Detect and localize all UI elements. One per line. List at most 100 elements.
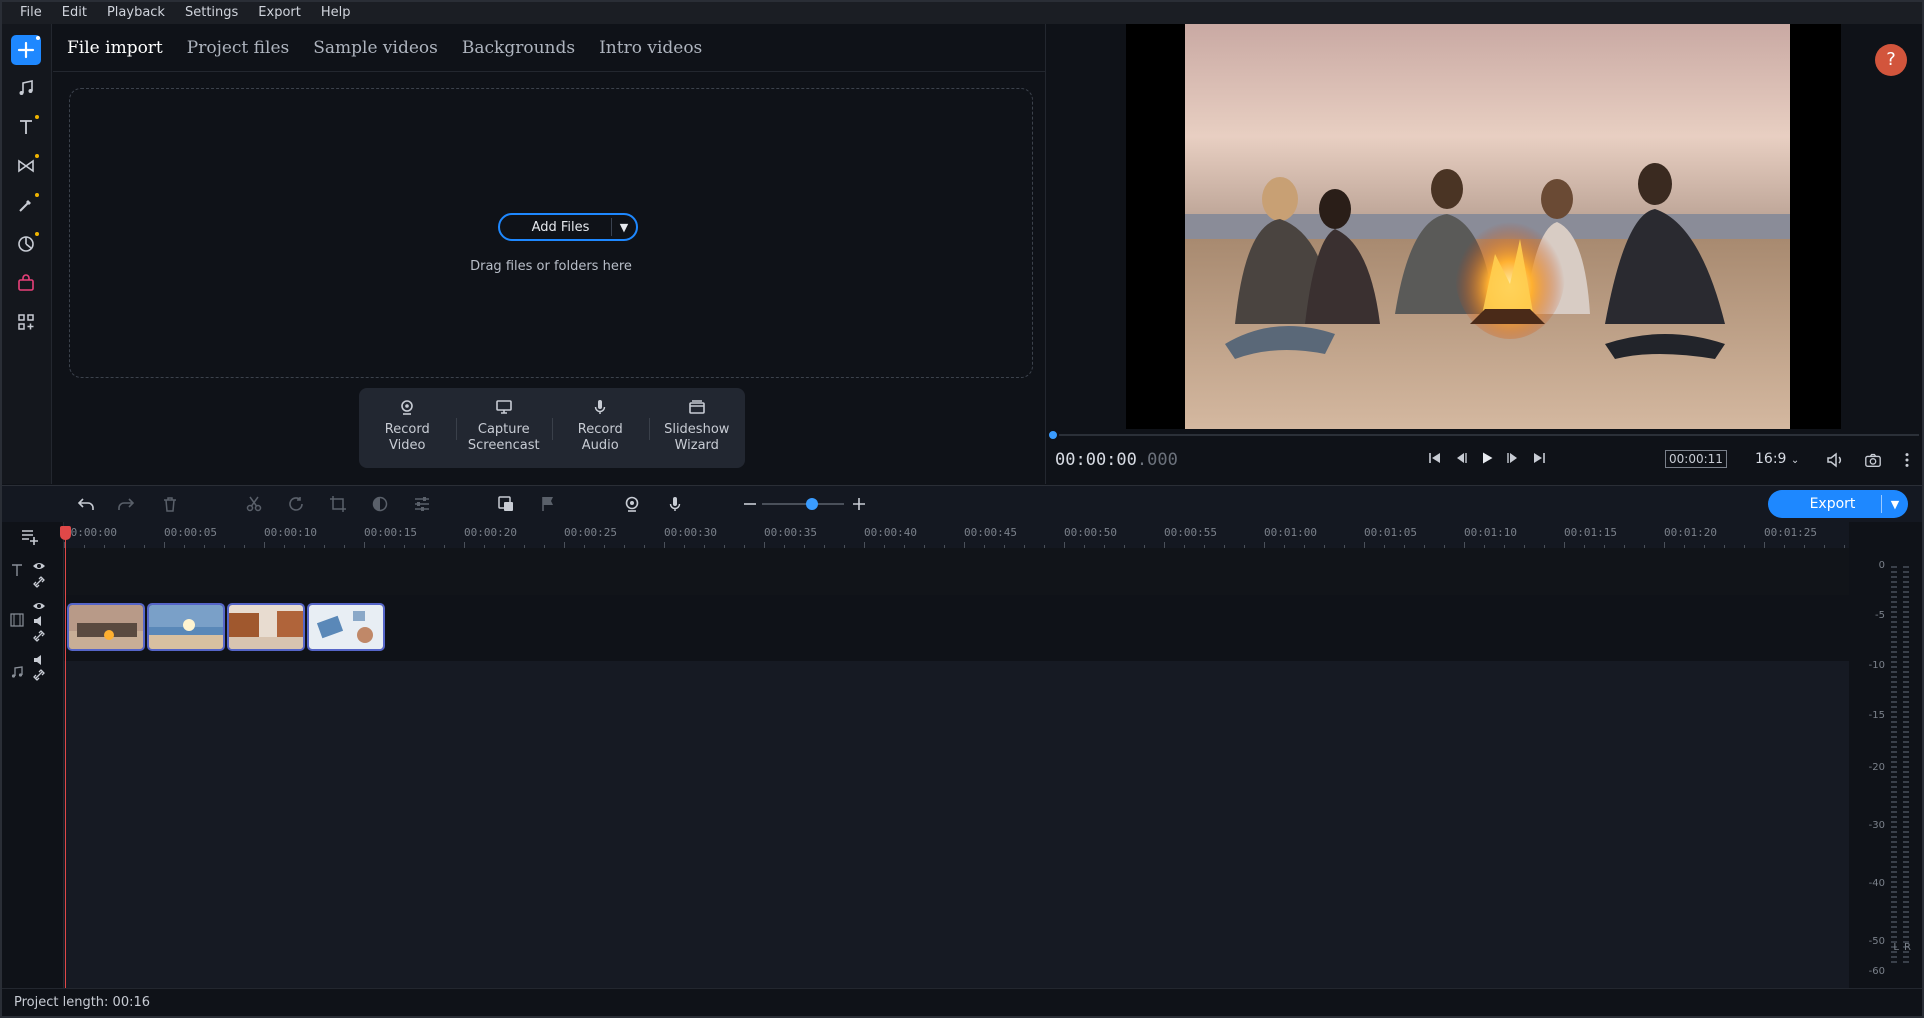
contrast-icon: [372, 496, 388, 512]
tab-file-import[interactable]: File import: [67, 38, 163, 58]
record-audio-button[interactable]: Record Audio: [552, 388, 649, 468]
timeline-record-audio-button[interactable]: [665, 494, 685, 514]
project-length: Project length: 00:16: [14, 995, 151, 1010]
filters-tool-button[interactable]: [11, 190, 41, 220]
menu-settings[interactable]: Settings: [175, 2, 248, 24]
link-icon[interactable]: [32, 667, 46, 686]
go-to-end-button[interactable]: [1529, 448, 1549, 468]
scissors-icon: [246, 496, 262, 512]
zoom-slider[interactable]: [762, 503, 844, 505]
video-clip[interactable]: [147, 603, 225, 651]
menu-help[interactable]: Help: [311, 2, 361, 24]
play-icon: [1483, 452, 1493, 464]
zoom-out-button[interactable]: [740, 494, 760, 514]
music-tool-button[interactable]: [11, 73, 41, 103]
tab-project-files[interactable]: Project files: [187, 38, 289, 58]
chevron-down-icon[interactable]: ▼: [612, 221, 636, 234]
snapshot-button[interactable]: [1863, 450, 1883, 470]
ruler-tick-label: 00:01:10: [1464, 526, 1517, 539]
ruler-tick-label: 00:00:45: [964, 526, 1017, 539]
color-adjust-button[interactable]: [370, 494, 390, 514]
meter-db-label: 0: [1878, 560, 1885, 571]
crop-button[interactable]: [328, 494, 348, 514]
capture-screencast-button[interactable]: Capture Screencast: [455, 388, 553, 468]
video-track-icon: [10, 612, 24, 631]
video-clip[interactable]: [307, 603, 385, 651]
meter-channel-right: [1903, 566, 1909, 966]
chevron-down-icon[interactable]: ▼: [1882, 498, 1908, 511]
picture-in-picture-icon: [498, 496, 513, 511]
link-icon[interactable]: [32, 574, 46, 593]
more-tools-button[interactable]: [11, 307, 41, 337]
link-icon[interactable]: [32, 628, 46, 647]
aspect-ratio-select[interactable]: 16:9 ⌄: [1755, 451, 1799, 467]
ruler-tick-label: 00:00:20: [464, 526, 517, 539]
export-button[interactable]: Export ▼: [1768, 490, 1908, 518]
playback-scrubber[interactable]: [1053, 434, 1919, 436]
menu-edit[interactable]: Edit: [52, 2, 97, 24]
step-forward-icon: [1507, 453, 1517, 463]
clip-thumbnail: [309, 605, 383, 649]
timeline-record-video-button[interactable]: [622, 494, 642, 514]
rotate-button[interactable]: [286, 494, 306, 514]
go-to-start-button[interactable]: [1425, 448, 1445, 468]
timeline-toolbar: Export ▼: [2, 486, 1922, 522]
previous-frame-button[interactable]: [1451, 448, 1471, 468]
zoom-slider-handle[interactable]: [806, 498, 818, 510]
slideshow-wizard-button[interactable]: Slideshow Wizard: [648, 388, 746, 468]
record-video-button[interactable]: Record Video: [359, 388, 456, 468]
redo-button[interactable]: [116, 494, 136, 514]
play-button[interactable]: [1477, 448, 1497, 468]
import-tool-button[interactable]: [11, 35, 41, 65]
track-headers: [2, 522, 64, 988]
drop-zone[interactable]: Add Files ▼ Drag files or folders here: [69, 88, 1033, 378]
meter-db-label: -50: [1868, 936, 1885, 947]
timeline-panel: Export ▼ 00:00:00 00:00:05 00:00:10 00:0…: [2, 485, 1922, 1016]
zoom-in-button[interactable]: [849, 494, 869, 514]
marker-button[interactable]: [538, 494, 558, 514]
titles-tool-button[interactable]: [11, 112, 41, 142]
menu-file[interactable]: File: [10, 2, 52, 24]
add-track-button[interactable]: [20, 526, 40, 550]
playhead-handle[interactable]: [60, 526, 71, 540]
movavi-window: File Edit Playback Settings Export Help: [0, 0, 1924, 1018]
video-clip[interactable]: [227, 603, 305, 651]
clip-properties-button[interactable]: [412, 494, 432, 514]
grid-plus-icon: [18, 314, 34, 330]
tab-backgrounds[interactable]: Backgrounds: [462, 38, 575, 58]
speaker-icon: [1827, 452, 1842, 468]
menu-playback[interactable]: Playback: [97, 2, 175, 24]
menu-export[interactable]: Export: [248, 2, 311, 24]
clip-thumbnail: [149, 605, 223, 649]
audio-track-icon: [10, 664, 24, 683]
more-options-button[interactable]: [1897, 450, 1917, 470]
meter-db-label: -40: [1868, 878, 1885, 889]
ruler-tick-label: 00:00:00: [64, 526, 117, 539]
audio-track-area[interactable]: [64, 661, 1849, 988]
time-ruler[interactable]: 00:00:00 00:00:05 00:00:10 00:00:15 00:00:20…: [64, 522, 1849, 548]
meter-db-label: -20: [1868, 762, 1885, 773]
store-tool-button[interactable]: [11, 268, 41, 298]
plus-icon: [853, 498, 865, 510]
split-button[interactable]: [244, 494, 264, 514]
volume-button[interactable]: [1825, 450, 1845, 470]
music-note-icon: [19, 80, 33, 95]
tab-sample-videos[interactable]: Sample videos: [313, 38, 438, 58]
tab-intro-videos[interactable]: Intro videos: [599, 38, 702, 58]
video-clip[interactable]: [67, 603, 145, 651]
flag-icon: [542, 497, 553, 511]
transitions-tool-button[interactable]: [11, 151, 41, 181]
next-frame-button[interactable]: [1503, 448, 1523, 468]
export-label: Export: [1809, 496, 1856, 512]
text-track[interactable]: [64, 548, 1849, 595]
skip-forward-icon: [1534, 453, 1545, 463]
help-button[interactable]: ?: [1875, 44, 1907, 76]
stickers-tool-button[interactable]: [11, 229, 41, 259]
overlay-button[interactable]: [496, 494, 516, 514]
scrubber-handle[interactable]: [1047, 429, 1059, 441]
status-bar: Project length: 00:16: [2, 988, 1922, 1016]
add-files-button[interactable]: Add Files ▼: [498, 213, 638, 241]
meter-db-label: -15: [1868, 710, 1885, 721]
undo-button[interactable]: [76, 494, 96, 514]
delete-button[interactable]: [160, 494, 180, 514]
